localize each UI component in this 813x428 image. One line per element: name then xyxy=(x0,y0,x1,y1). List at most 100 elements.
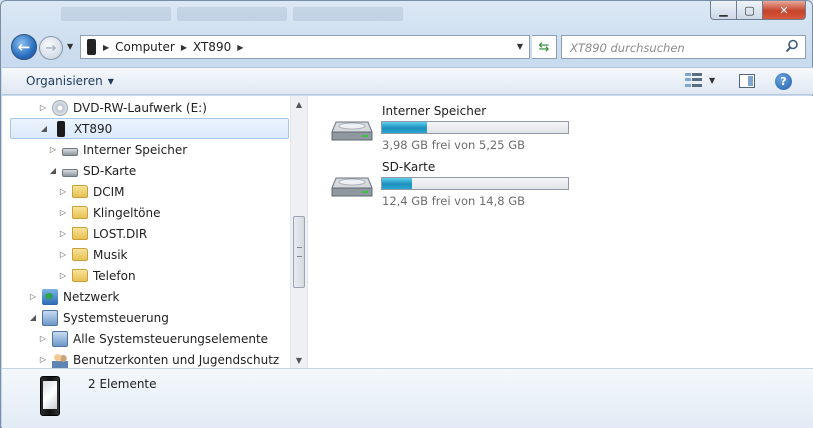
drive-icon xyxy=(62,147,78,156)
search-input[interactable]: XT890 durchsuchen xyxy=(570,41,685,55)
search-icon[interactable] xyxy=(785,39,799,53)
preview-pane-button[interactable] xyxy=(739,74,755,88)
details-pane: 2 Elemente xyxy=(2,368,813,428)
command-bar: Organisieren ▼ ▼ ? xyxy=(2,67,813,95)
tree-expander-icon[interactable]: ◢ xyxy=(28,313,38,322)
tree-item-label: Telefon xyxy=(93,268,136,283)
tree-item[interactable]: ▷ LOST.DIR xyxy=(58,223,147,244)
hard-drive-icon xyxy=(331,121,373,141)
control-panel-icon xyxy=(42,309,58,326)
tree-item-label: LOST.DIR xyxy=(93,226,148,241)
address-history-dropdown[interactable]: ▼ xyxy=(517,42,523,51)
tree-item[interactable]: ◢ SD-Karte xyxy=(48,160,136,181)
tree-scrollbar[interactable]: ▲ ▼ xyxy=(290,96,307,368)
change-view-button[interactable]: ▼ xyxy=(685,73,715,88)
drive-usage-bar xyxy=(381,121,569,134)
folder-icon xyxy=(72,248,88,261)
breadcrumb-separator-icon[interactable]: ▶ xyxy=(237,43,243,52)
folder-icon xyxy=(72,227,88,240)
drive-free-space: 3,98 GB frei von 5,25 GB xyxy=(382,138,526,152)
close-button[interactable]: ✕ xyxy=(762,1,806,20)
tree-item-label: DCIM xyxy=(93,184,125,199)
refresh-button[interactable]: ⇆ xyxy=(532,35,557,59)
breadcrumb-separator-icon[interactable]: ▶ xyxy=(181,43,187,52)
phone-icon xyxy=(87,39,96,55)
tree-expander-icon[interactable]: ▷ xyxy=(38,355,48,364)
maximize-button[interactable]: ▢ xyxy=(736,1,762,20)
drive-usage-fill xyxy=(382,122,427,133)
tree-item[interactable]: ▷ Alle Systemsteuerungselemente xyxy=(38,328,268,349)
back-button[interactable]: ← xyxy=(11,34,37,60)
tree-item[interactable]: ▷ Klingeltöne xyxy=(58,202,161,223)
scroll-up-button[interactable]: ▲ xyxy=(291,96,307,112)
tree-expander-icon[interactable]: ▷ xyxy=(28,292,38,301)
tree-expander-icon[interactable]: ▷ xyxy=(58,250,68,259)
tree-item[interactable]: ▷ Interner Speicher xyxy=(48,139,187,160)
item-count: 2 Elemente xyxy=(88,377,157,391)
content-pane: Interner Speicher 3,98 GB frei von 5,25 G… xyxy=(307,96,813,368)
tree-item-label: XT890 xyxy=(74,121,113,136)
tree-expander-icon[interactable]: ▷ xyxy=(58,271,68,280)
drive-icon xyxy=(62,168,78,177)
tree-item-label: SD-Karte xyxy=(83,163,137,178)
navigation-tree[interactable]: ▷ DVD-RW-Laufwerk (E:) ◢ XT890 ▷ Interner Spe… xyxy=(2,96,290,368)
tree-expander-icon[interactable]: ▷ xyxy=(38,334,48,343)
drive-name: Interner Speicher xyxy=(382,104,487,118)
title-bar[interactable]: ▁ ▢ ✕ xyxy=(1,1,812,29)
scroll-thumb[interactable] xyxy=(293,216,305,288)
dvd-drive-icon xyxy=(52,99,68,116)
tree-item[interactable]: ▷ Telefon xyxy=(58,265,136,286)
navigation-row: ← → ▼ ▶ Computer ▶ XT890 ▶ ▼ ⇆ XT890 dur… xyxy=(1,31,812,63)
breadcrumb-separator-icon[interactable]: ▶ xyxy=(103,43,109,52)
tree-item-label: Benutzerkonten und Jugendschutz xyxy=(73,352,280,367)
tree-item-label: Klingeltöne xyxy=(93,205,161,220)
help-button[interactable]: ? xyxy=(775,73,792,90)
tree-item[interactable]: ◢ Systemsteuerung xyxy=(28,307,169,328)
breadcrumb-xt890[interactable]: XT890 xyxy=(193,40,231,54)
drive-free-space: 12,4 GB frei von 14,8 GB xyxy=(382,194,526,208)
tree-expander-icon[interactable]: ▷ xyxy=(58,229,68,238)
users-icon xyxy=(52,351,68,368)
forward-arrow-icon: → xyxy=(45,40,57,56)
drive-usage-bar xyxy=(381,177,569,190)
tree-item[interactable]: ▷ Benutzerkonten und Jugendschutz xyxy=(38,349,279,368)
recent-pages-button[interactable]: ▼ xyxy=(67,42,73,51)
tree-item-label: Alle Systemsteuerungselemente xyxy=(73,331,269,346)
tree-expander-icon[interactable]: ▷ xyxy=(58,208,68,217)
view-details-icon xyxy=(685,73,703,88)
drive-name: SD-Karte xyxy=(382,160,436,174)
organize-button[interactable]: Organisieren ▼ xyxy=(26,74,114,88)
control-panel-icon xyxy=(52,330,68,347)
network-icon xyxy=(42,288,58,305)
drive-tile[interactable]: SD-Karte 12,4 GB frei von 14,8 GB xyxy=(328,160,588,210)
chevron-down-icon: ▼ xyxy=(516,42,523,51)
chevron-down-icon: ▼ xyxy=(67,42,74,51)
tree-expander-icon[interactable]: ◢ xyxy=(39,124,49,133)
chevron-down-icon: ▼ xyxy=(107,76,114,86)
tree-expander-icon[interactable]: ▷ xyxy=(58,187,68,196)
search-box[interactable]: XT890 durchsuchen xyxy=(561,35,806,59)
explorer-window: ▁ ▢ ✕ ← → ▼ ▶ Computer ▶ XT890 ▶ ▼ ⇆ XT8… xyxy=(0,0,813,428)
address-bar[interactable]: ▶ Computer ▶ XT890 ▶ ▼ xyxy=(80,35,530,59)
drive-tile[interactable]: Interner Speicher 3,98 GB frei von 5,25 G… xyxy=(328,104,588,154)
organize-label: Organisieren xyxy=(26,74,103,88)
tree-item[interactable]: ▷ Musik xyxy=(58,244,128,265)
tree-expander-icon[interactable]: ◢ xyxy=(48,166,58,175)
breadcrumb: ▶ Computer ▶ XT890 ▶ xyxy=(103,40,243,54)
tree-item[interactable]: ◢ XT890 xyxy=(10,118,289,139)
refresh-icon: ⇆ xyxy=(538,39,550,55)
scroll-down-button[interactable]: ▼ xyxy=(291,352,307,368)
tree-item[interactable]: ▷ DVD-RW-Laufwerk (E:) xyxy=(38,97,207,118)
window-controls: ▁ ▢ ✕ xyxy=(710,1,806,20)
tree-item[interactable]: ▷ Netzwerk xyxy=(28,286,119,307)
breadcrumb-computer[interactable]: Computer xyxy=(115,40,175,54)
tree-expander-icon[interactable]: ▷ xyxy=(48,145,58,154)
minimize-button[interactable]: ▁ xyxy=(710,1,736,20)
folder-icon xyxy=(72,269,88,282)
blurred-title-area xyxy=(61,7,403,21)
tree-item-label: Interner Speicher xyxy=(83,142,188,157)
tree-expander-icon[interactable]: ▷ xyxy=(38,103,48,112)
drive-usage-fill xyxy=(382,178,413,189)
tree-item[interactable]: ▷ DCIM xyxy=(58,181,125,202)
forward-button[interactable]: → xyxy=(39,36,63,60)
